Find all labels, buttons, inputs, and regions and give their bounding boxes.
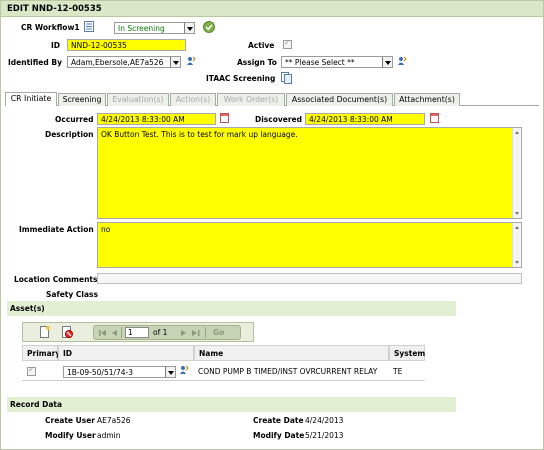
tab-work-orders[interactable]: Work Order(s) <box>217 93 285 106</box>
immediate-action-label: Immediate Action <box>19 225 94 234</box>
col-header-id[interactable]: ID <box>58 345 194 361</box>
asset-id-select[interactable]: 1B-09-50/51/74-3 <box>63 366 176 378</box>
location-comments-field[interactable] <box>97 273 522 284</box>
asset-id-value: 1B-09-50/51/74-3 <box>67 368 134 377</box>
id-label: ID <box>50 41 60 50</box>
asset-system-cell: TE <box>393 367 403 376</box>
prev-page-icon[interactable] <box>109 329 119 337</box>
record-data-section-header: Record Data <box>7 397 456 412</box>
id-field[interactable]: NND-12-00535 <box>67 39 186 51</box>
itaac-copy-icon[interactable] <box>281 72 292 84</box>
identified-by-value: Adam,Ebersole,AE7a526 <box>71 58 164 67</box>
last-page-icon[interactable] <box>190 329 202 337</box>
assets-pager: 1 of 1 Go <box>93 325 241 340</box>
user-picker-icon[interactable] <box>397 56 407 67</box>
tab-cr-initiate[interactable]: CR Initiate <box>5 92 57 106</box>
assign-to-select[interactable]: ** Please Select ** <box>281 56 393 68</box>
create-user-value: AE7a526 <box>97 416 131 425</box>
modify-date-value: 5/21/2013 <box>305 431 344 440</box>
calendar-icon[interactable] <box>220 113 229 123</box>
create-date-value: 4/24/2013 <box>305 416 344 425</box>
chevron-down-icon[interactable] <box>165 367 175 377</box>
modify-date-label: Modify Date <box>253 431 305 440</box>
tab-evaluations[interactable]: Evaluation(s) <box>107 93 169 106</box>
tab-actions[interactable]: Action(s) <box>170 93 216 106</box>
identified-by-label: Identified By <box>8 58 62 67</box>
workflow-status-value: In Screening <box>118 24 165 33</box>
assign-to-label: Assign To <box>237 58 277 67</box>
create-date-label: Create Date <box>253 416 304 425</box>
description-value: OK Button Test. This is to test for mark… <box>101 130 298 139</box>
create-user-label: Create User <box>45 416 95 425</box>
next-page-icon[interactable] <box>179 329 189 337</box>
page-number-input[interactable]: 1 <box>125 327 149 338</box>
primary-checkbox[interactable] <box>27 365 36 376</box>
page-count-label: of 1 <box>153 328 168 337</box>
chevron-down-icon[interactable] <box>170 57 180 67</box>
modify-user-value: admin <box>97 431 121 440</box>
col-header-system[interactable]: System <box>389 345 425 361</box>
assign-to-value: ** Please Select ** <box>285 58 355 67</box>
chevron-down-icon[interactable] <box>184 23 194 33</box>
discovered-field[interactable]: 4/24/2013 8:33:00 AM <box>305 113 425 125</box>
itaac-label: ITAAC Screening <box>206 74 276 83</box>
assets-section-header: Asset(s) <box>7 301 456 316</box>
description-label: Description <box>45 130 94 139</box>
approve-check-icon[interactable] <box>203 21 215 33</box>
discovered-label: Discovered <box>255 115 302 124</box>
occurred-label: Occurred <box>55 115 94 124</box>
safety-class-label: Safety Class <box>46 290 98 299</box>
workflow-label: CR Workflow1 <box>21 23 80 32</box>
pager-divider <box>121 327 122 338</box>
immediate-action-scrollbar[interactable] <box>512 223 521 267</box>
description-scrollbar[interactable] <box>512 128 521 218</box>
chevron-down-icon[interactable] <box>382 57 392 67</box>
occurred-field[interactable]: 4/24/2013 8:33:00 AM <box>97 113 216 125</box>
new-record-icon[interactable] <box>37 325 53 339</box>
col-header-primary[interactable]: Primary <box>22 345 60 361</box>
identified-by-select[interactable]: Adam,Ebersole,AE7a526 <box>67 56 181 68</box>
immediate-action-value: no <box>101 225 111 234</box>
immediate-action-textarea[interactable]: no <box>97 222 522 268</box>
tab-screening[interactable]: Screening <box>58 93 106 106</box>
go-button[interactable]: Go <box>213 328 224 337</box>
asset-picker-icon[interactable] <box>179 365 189 376</box>
calendar-icon[interactable] <box>430 113 439 123</box>
delete-record-icon[interactable] <box>59 325 75 339</box>
description-textarea[interactable]: OK Button Test. This is to test for mark… <box>97 127 522 219</box>
col-header-name[interactable]: Name <box>194 345 389 361</box>
location-comments-label: Location Comments <box>14 275 98 284</box>
user-picker-icon[interactable] <box>186 56 196 67</box>
tab-attachments[interactable]: Attachment(s) <box>394 93 460 106</box>
pager-divider <box>205 327 206 338</box>
assets-grid-toolbar: 1 of 1 Go <box>22 322 254 342</box>
workflow-list-icon[interactable] <box>84 21 94 32</box>
page-title: EDIT NND-12-00535 <box>1 1 543 17</box>
asset-name-cell: COND PUMP B TIMED/INST OVRCURRENT RELAY <box>198 367 378 376</box>
workflow-status-select[interactable]: In Screening <box>114 22 195 34</box>
active-label: Active <box>248 41 275 50</box>
modify-user-label: Modify User <box>45 431 96 440</box>
active-checkbox[interactable] <box>283 38 292 49</box>
tab-associated-documents[interactable]: Associated Document(s) <box>286 93 393 106</box>
